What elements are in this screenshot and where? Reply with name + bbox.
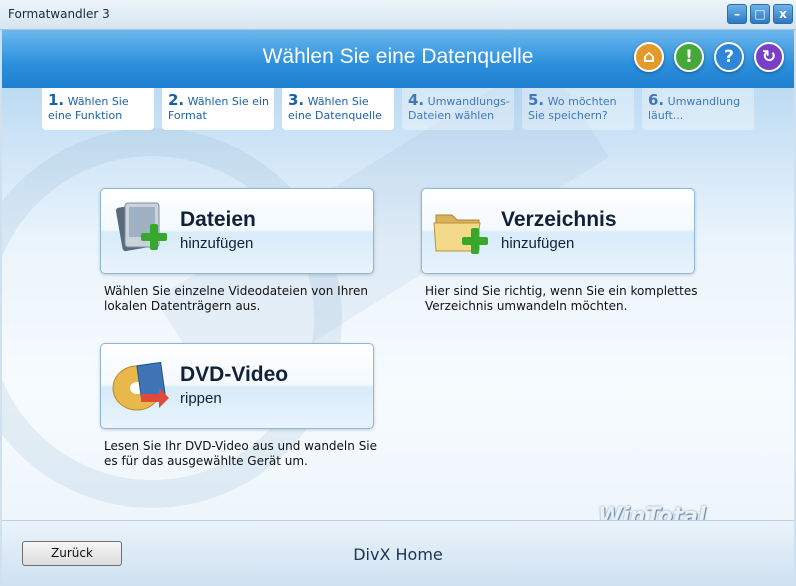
dvd-icon: [112, 361, 169, 411]
add-files-subtitle: hinzufügen: [180, 235, 254, 252]
add-files-title: Dateien: [180, 208, 256, 231]
page-header: Wählen Sie eine Datenquelle ⌂ ! ? ↻: [2, 30, 794, 88]
window-title: Formatwandler 3: [8, 7, 110, 21]
info-icon[interactable]: !: [674, 42, 704, 72]
help-icon[interactable]: ?: [714, 42, 744, 72]
step-5: 5. Wo möchten Sie speichern?: [522, 88, 634, 130]
step-number: 2.: [168, 91, 185, 109]
add-folder-description: Hier sind Sie richtig, wenn Sie ein komp…: [425, 284, 698, 313]
add-folder-title: Verzeichnis: [501, 208, 617, 231]
add-files-description: Wählen Sie einzelne Videodateien von Ihr…: [104, 284, 368, 313]
add-folder-subtitle: hinzufügen: [501, 235, 575, 252]
home-icon[interactable]: ⌂: [634, 42, 664, 72]
step-6: 6. Umwandlung läuft...: [642, 88, 754, 130]
rip-dvd-description: Lesen Sie Ihr DVD-Video aus und wandeln …: [104, 439, 378, 468]
minimize-button[interactable]: –: [727, 4, 747, 24]
close-button[interactable]: x: [773, 4, 793, 24]
add-folder-icon: [433, 214, 488, 254]
footer-bar: Zurück DivX Home: [2, 520, 794, 584]
step-number: 4.: [408, 91, 425, 109]
rip-dvd-subtitle: rippen: [180, 390, 222, 407]
step-number: 3.: [288, 91, 305, 109]
add-folder-button[interactable]: Verzeichnis hinzufügen: [421, 188, 695, 274]
step-number: 5.: [528, 91, 545, 109]
add-files-button[interactable]: Dateien hinzufügen: [100, 188, 374, 274]
window-titlebar: Formatwandler 3 – □ x: [0, 0, 796, 30]
step-label: Umwandlungs-Dateien wählen: [408, 95, 510, 122]
step-number: 6.: [648, 91, 665, 109]
rip-dvd-title: DVD-Video: [180, 363, 289, 386]
step-label: Wählen Sie ein Format: [168, 95, 269, 122]
step-1[interactable]: 1. Wählen Sie eine Funktion: [42, 88, 154, 130]
refresh-icon[interactable]: ↻: [754, 42, 784, 72]
maximize-button[interactable]: □: [750, 4, 770, 24]
add-files-icon: [115, 202, 167, 252]
brand-label: DivX Home: [353, 545, 443, 564]
step-2[interactable]: 2. Wählen Sie ein Format: [162, 88, 274, 130]
step-3[interactable]: 3. Wählen Sie eine Datenquelle: [282, 88, 394, 130]
step-4: 4. Umwandlungs-Dateien wählen: [402, 88, 514, 130]
step-number: 1.: [48, 91, 65, 109]
rip-dvd-button[interactable]: DVD-Video rippen: [100, 343, 374, 429]
wizard-steps: 1. Wählen Sie eine Funktion 2. Wählen Si…: [2, 88, 794, 130]
